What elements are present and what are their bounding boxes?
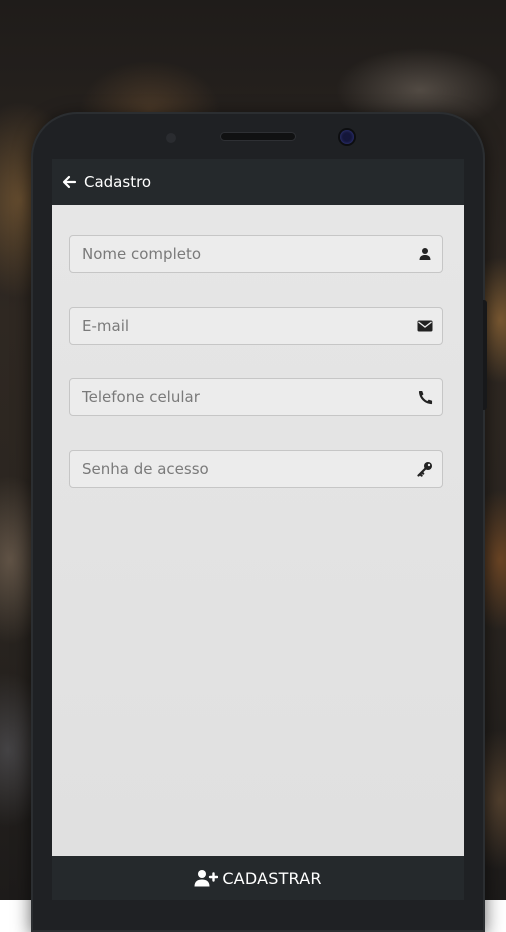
password-input[interactable] bbox=[70, 451, 422, 487]
user-icon bbox=[417, 246, 433, 262]
phone-icon bbox=[417, 389, 433, 405]
mobile-phone-field bbox=[69, 378, 443, 416]
key-icon bbox=[417, 461, 433, 477]
bottom-action-bar: CADASTRAR bbox=[52, 856, 464, 900]
user-plus-icon bbox=[194, 869, 219, 887]
phone-earpiece bbox=[221, 133, 295, 140]
envelope-icon bbox=[417, 318, 433, 334]
full-name-field bbox=[69, 235, 443, 273]
app-bar: Cadastro bbox=[52, 159, 464, 205]
phone-side-button bbox=[483, 300, 487, 410]
registration-form bbox=[52, 205, 464, 855]
password-field bbox=[69, 450, 443, 488]
arrow-left-icon[interactable] bbox=[60, 173, 78, 191]
mobile-phone-input[interactable] bbox=[70, 379, 422, 415]
phone-sensor bbox=[166, 133, 176, 143]
page-title: Cadastro bbox=[84, 173, 152, 191]
register-button-label: CADASTRAR bbox=[222, 868, 322, 888]
register-button[interactable]: CADASTRAR bbox=[194, 869, 321, 888]
full-name-input[interactable] bbox=[70, 236, 422, 272]
email-field bbox=[69, 307, 443, 345]
app-screen: Cadastro Nome completo E-mail Telefone c… bbox=[52, 159, 464, 900]
phone-front-camera bbox=[340, 130, 354, 144]
email-input[interactable] bbox=[70, 308, 422, 344]
